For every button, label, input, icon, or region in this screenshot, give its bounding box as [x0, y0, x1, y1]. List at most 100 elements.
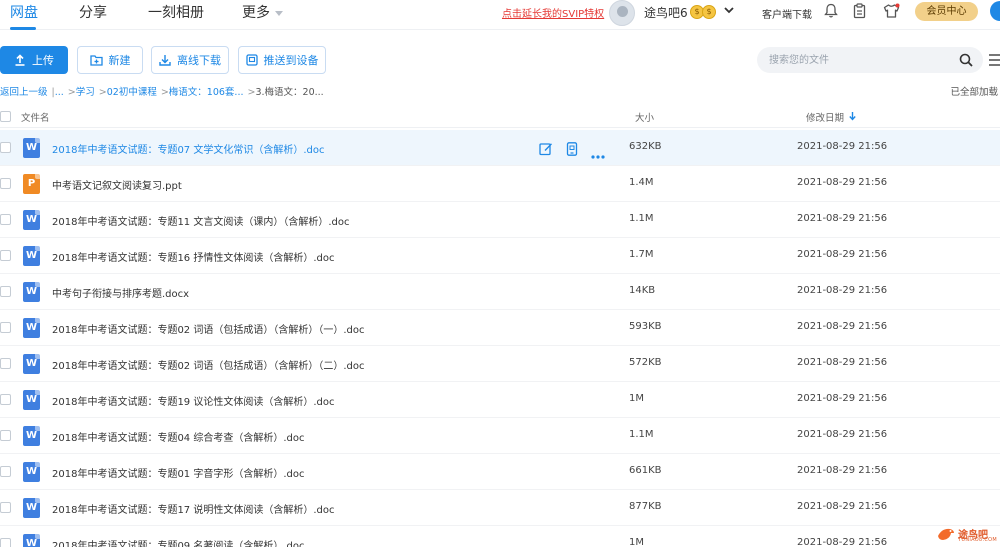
row-checkbox[interactable]	[0, 250, 11, 261]
file-name[interactable]: 2018年中考语文试题：专题04 综合考查（含解析）.doc	[52, 429, 305, 444]
edit-icon[interactable]	[539, 141, 553, 160]
row-checkbox[interactable]	[0, 286, 11, 297]
file-name[interactable]: 2018年中考语文试题：专题02 词语（包括成语）（含解析）（二）.doc	[52, 357, 365, 372]
push-to-device-label: 推送到设备	[263, 54, 319, 67]
new-label: 新建	[108, 54, 131, 67]
file-name[interactable]: 2018年中考语文试题：专题07 文学文化常识（含解析）.doc	[52, 141, 325, 156]
column-header-date[interactable]: 修改日期	[806, 110, 844, 124]
breadcrumb-back-link[interactable]: 返回上一级	[0, 87, 48, 98]
coin-icon-2: $	[702, 5, 716, 19]
nav-active-underline	[10, 27, 36, 30]
search-input[interactable]	[769, 52, 949, 68]
bell-icon[interactable]	[824, 3, 840, 21]
row-checkbox[interactable]	[0, 322, 11, 333]
row-checkbox[interactable]	[0, 358, 11, 369]
file-date: 2021-08-29 21:56	[797, 321, 888, 332]
shirt-icon[interactable]	[883, 3, 900, 21]
file-size: 14KB	[629, 285, 656, 296]
new-button[interactable]: 新建	[77, 46, 143, 74]
more-options-icon[interactable]	[591, 145, 605, 164]
push-to-device-button[interactable]: 推送到设备	[238, 46, 326, 74]
list-view-menu-icon[interactable]	[989, 52, 1000, 71]
breadcrumb-item-study[interactable]: 学习	[76, 87, 95, 98]
table-row[interactable]: W 2018年中考语文试题：专题09 名著阅读（含解析）.doc 1M 2021-08…	[0, 526, 1000, 547]
upload-icon	[15, 54, 25, 66]
file-name[interactable]: 2018年中考语文试题：专题17 说明性文体阅读（含解析）.doc	[52, 501, 335, 516]
search-icon[interactable]	[959, 52, 973, 71]
edge-blue-circle[interactable]	[990, 1, 1000, 21]
clipboard-icon[interactable]	[853, 3, 869, 21]
column-header-size[interactable]: 大小	[635, 110, 654, 124]
file-date: 2021-08-29 21:56	[797, 501, 888, 512]
table-row[interactable]: W 2018年中考语文试题：专题07 文学文化常识（含解析）.doc 632KB 20…	[0, 130, 1000, 166]
table-row[interactable]: W 中考句子衔接与排序考题.docx 14KB 2021-08-29 21:56	[0, 274, 1000, 310]
word-file-icon: W	[23, 426, 40, 446]
table-row[interactable]: W 2018年中考语文试题：专题17 说明性文体阅读（含解析）.doc 877KB 2…	[0, 490, 1000, 526]
bird-logo-icon	[938, 528, 954, 540]
avatar[interactable]	[609, 0, 635, 26]
breadcrumb-ellipsis[interactable]: ...	[55, 87, 64, 98]
row-checkbox[interactable]	[0, 502, 11, 513]
file-name[interactable]: 2018年中考语文试题：专题19 议论性文体阅读（含解析）.doc	[52, 393, 335, 408]
table-row[interactable]: W 2018年中考语文试题：专题02 词语（包括成语）（含解析）（二）.doc 57…	[0, 346, 1000, 382]
word-file-icon: W	[23, 210, 40, 230]
file-name[interactable]: 中考句子衔接与排序考题.docx	[52, 285, 189, 300]
offline-download-button[interactable]: 离线下载	[151, 46, 229, 74]
file-date: 2021-08-29 21:56	[797, 249, 888, 260]
table-row[interactable]: W 2018年中考语文试题：专题16 抒情性文体阅读（含解析）.doc 1.7M 20…	[0, 238, 1000, 274]
table-row[interactable]: W 2018年中考语文试题：专题04 综合考查（含解析）.doc 1.1M 2021-…	[0, 418, 1000, 454]
file-size: 1M	[629, 537, 644, 547]
new-folder-icon	[89, 55, 103, 66]
upload-label: 上传	[32, 54, 54, 67]
breadcrumb-separator: >	[67, 87, 76, 98]
client-download-link[interactable]: 客户端下载	[762, 6, 812, 21]
download-icon	[159, 55, 171, 66]
svip-extend-link[interactable]: 点击延长我的SVIP特权	[502, 5, 604, 20]
breadcrumb-separator: >	[98, 87, 107, 98]
file-date: 2021-08-29 21:56	[797, 213, 888, 224]
nav-tab-netdisk[interactable]: 网盘	[10, 2, 38, 22]
file-name[interactable]: 2018年中考语文试题：专题02 词语（包括成语）（含解析）（一）.doc	[52, 321, 365, 336]
row-checkbox[interactable]	[0, 538, 11, 547]
nav-tab-more[interactable]: 更多	[242, 2, 283, 22]
file-name[interactable]: 2018年中考语文试题：专题09 名著阅读（含解析）.doc	[52, 537, 305, 547]
file-name[interactable]: 2018年中考语文试题：专题01 字音字形（含解析）.doc	[52, 465, 305, 480]
search-box	[757, 47, 983, 73]
file-size: 632KB	[629, 141, 662, 152]
select-all-checkbox[interactable]	[0, 111, 11, 122]
word-file-icon: W	[23, 390, 40, 410]
ppt-file-icon: P	[23, 174, 40, 194]
row-checkbox[interactable]	[0, 142, 11, 153]
file-name[interactable]: 中考语文记叙文阅读复习.ppt	[52, 177, 182, 192]
vip-center-button[interactable]: 会员中心	[915, 2, 978, 21]
breadcrumb-item-mei-chinese[interactable]: 梅语文：106套...	[169, 87, 244, 98]
file-name[interactable]: 2018年中考语文试题：专题16 抒情性文体阅读（含解析）.doc	[52, 249, 335, 264]
upload-button[interactable]: 上传	[0, 46, 68, 74]
sort-desc-arrow-icon[interactable]	[849, 112, 856, 124]
row-checkbox[interactable]	[0, 466, 11, 477]
breadcrumb-item-junior-course[interactable]: 02初中课程	[107, 87, 157, 98]
file-date: 2021-08-29 21:56	[797, 141, 888, 152]
row-checkbox[interactable]	[0, 214, 11, 225]
row-checkbox[interactable]	[0, 430, 11, 441]
watermark-subtext: TUNIAO8.COM	[958, 537, 998, 543]
user-menu-chevron-icon[interactable]	[723, 4, 735, 19]
breadcrumb-separator: >	[160, 87, 169, 98]
table-row[interactable]: W 2018年中考语文试题：专题19 议论性文体阅读（含解析）.doc 1M 2021…	[0, 382, 1000, 418]
column-header-name[interactable]: 文件名	[21, 110, 50, 124]
phone-push-icon[interactable]	[566, 141, 578, 160]
table-row[interactable]: W 2018年中考语文试题：专题01 字音字形（含解析）.doc 661KB 2021…	[0, 454, 1000, 490]
file-date: 2021-08-29 21:56	[797, 285, 888, 296]
chevron-down-icon	[275, 10, 283, 16]
row-checkbox[interactable]	[0, 178, 11, 189]
nav-tab-share[interactable]: 分享	[79, 2, 107, 22]
nav-tab-album[interactable]: 一刻相册	[148, 2, 204, 22]
username[interactable]: 途鸟吧6	[644, 4, 688, 21]
file-name[interactable]: 2018年中考语文试题：专题11 文言文阅读（课内）（含解析）.doc	[52, 213, 350, 228]
breadcrumb-current: 3.梅语文：20...	[255, 87, 324, 98]
row-checkbox[interactable]	[0, 394, 11, 405]
table-row[interactable]: P 中考语文记叙文阅读复习.ppt 1.4M 2021-08-29 21:56	[0, 166, 1000, 202]
file-size: 572KB	[629, 357, 662, 368]
table-row[interactable]: W 2018年中考语文试题：专题11 文言文阅读（课内）（含解析）.doc 1.1M…	[0, 202, 1000, 238]
table-row[interactable]: W 2018年中考语文试题：专题02 词语（包括成语）（含解析）（一）.doc 59…	[0, 310, 1000, 346]
